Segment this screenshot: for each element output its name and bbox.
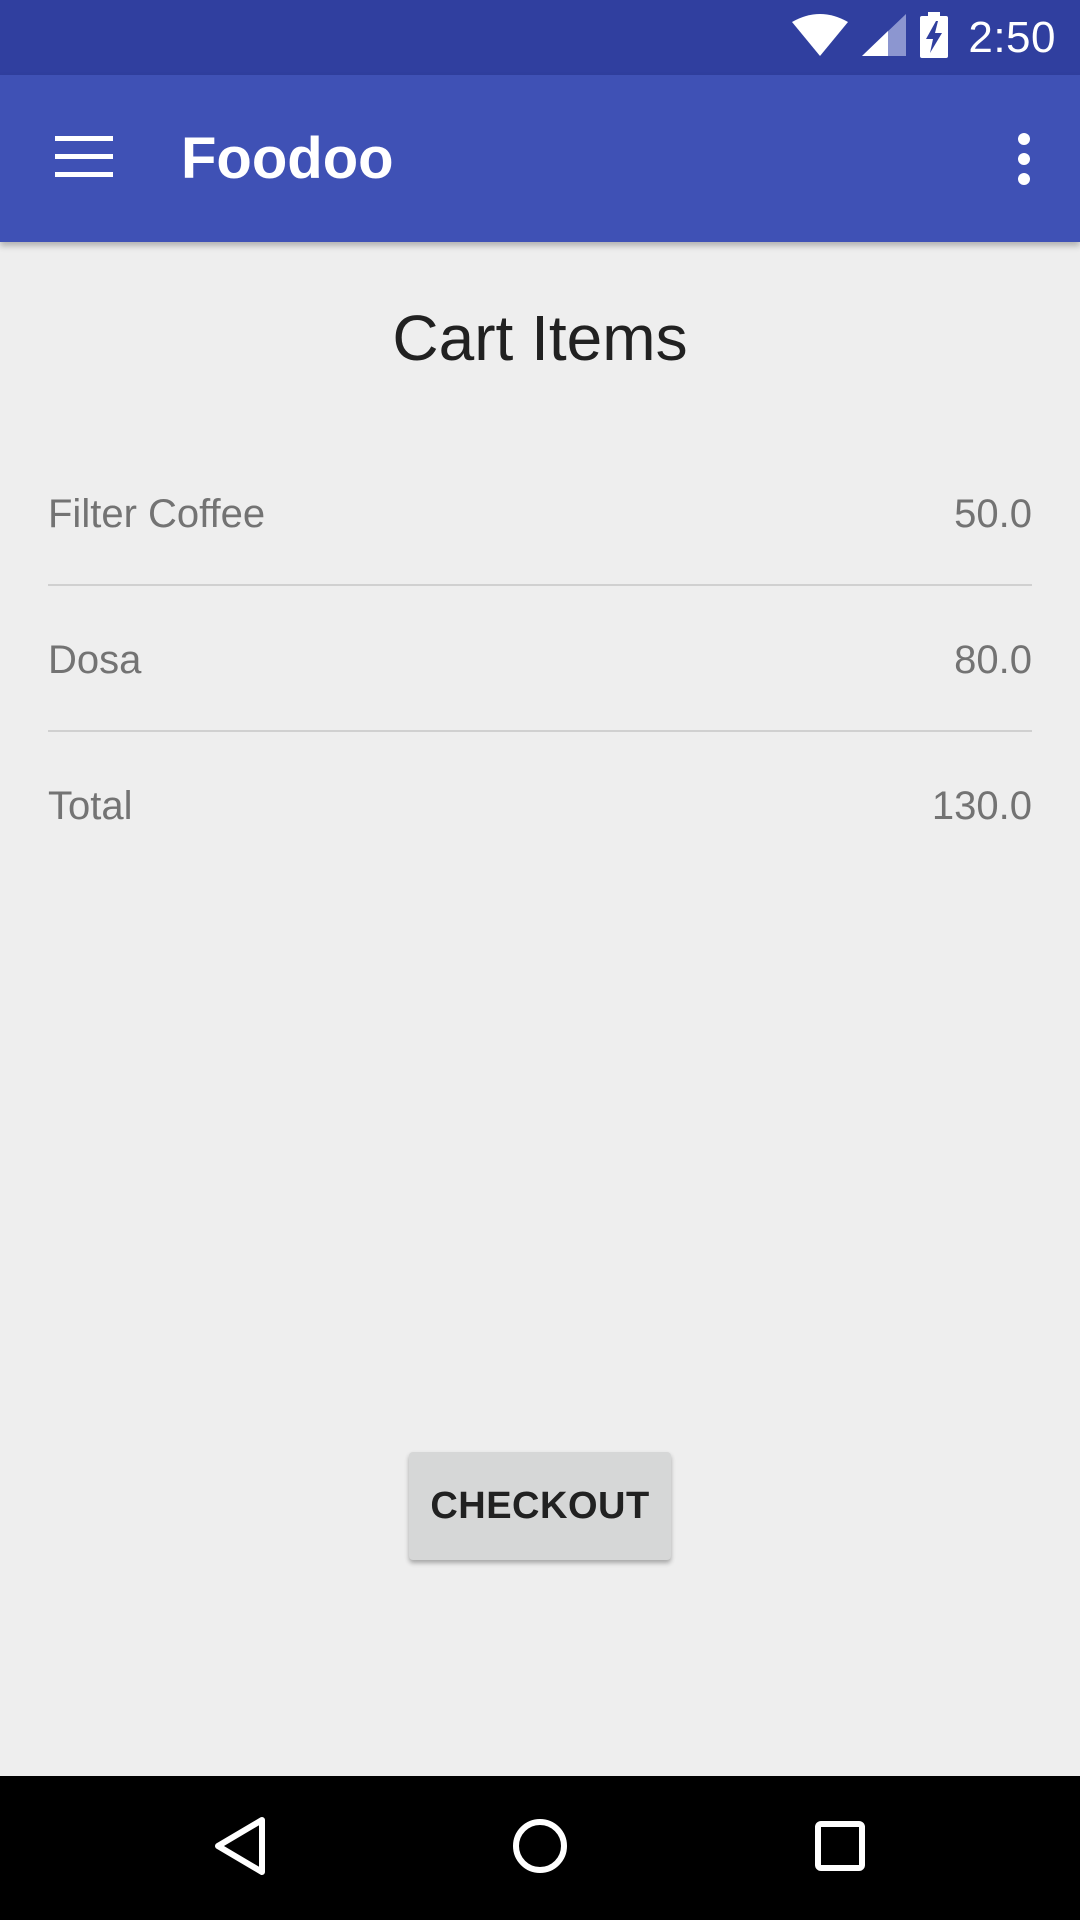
total-label: Total [48,783,133,828]
home-icon [512,1818,568,1879]
cart-item-name: Dosa [48,637,142,682]
status-icons: 2:50 [792,0,1056,75]
page-title: Cart Items [392,302,688,374]
overflow-menu-button[interactable] [992,125,1056,193]
cart-item-price: 80.0 [954,637,1032,682]
status-time: 2:50 [968,12,1056,62]
menu-button[interactable] [44,127,124,191]
cart-item-name: Filter Coffee [48,491,266,536]
app-bar: Foodoo [0,75,1080,242]
cart-item-row: Filter Coffee 50.0 [48,484,1032,544]
cart-item-price: 50.0 [954,491,1032,536]
status-bar: 2:50 [0,0,1080,75]
divider [48,730,1032,732]
home-button[interactable] [490,1798,590,1898]
recents-button[interactable] [790,1798,890,1898]
cell-signal-icon [862,14,907,61]
total-row: Total 130.0 [48,776,1032,836]
cart-item-row: Dosa 80.0 [48,630,1032,690]
overflow-menu-icon [1018,133,1030,185]
wifi-icon [792,14,849,61]
back-button[interactable] [190,1798,290,1898]
back-icon [212,1816,268,1881]
recents-icon [814,1820,866,1877]
navigation-bar [0,1776,1080,1920]
divider [48,584,1032,586]
battery-charging-icon [920,12,949,63]
total-value: 130.0 [931,783,1032,828]
app-title: Foodoo [181,126,394,191]
checkout-button[interactable]: CHECKOUT [409,1452,671,1560]
hamburger-menu-icon [55,135,113,183]
